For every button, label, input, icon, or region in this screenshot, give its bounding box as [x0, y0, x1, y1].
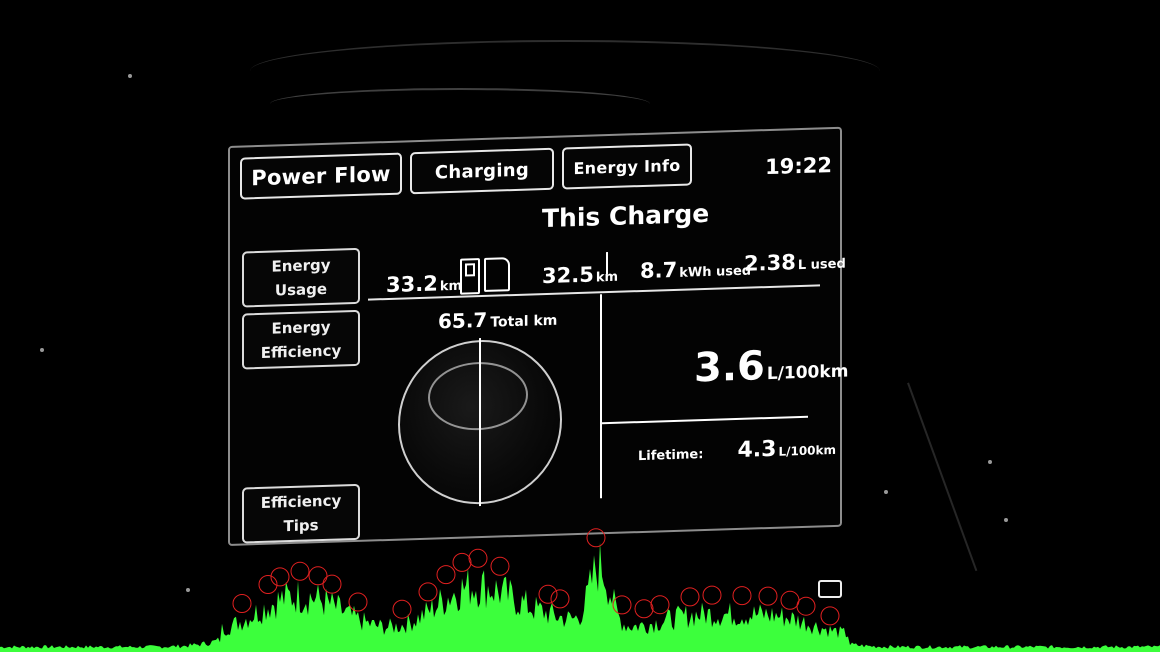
histogram-peak-marker [418, 582, 438, 602]
histogram-peak-marker [680, 587, 700, 607]
dashboard-speck [884, 490, 888, 494]
sidebar-item-energy-usage[interactable]: Energy Usage [242, 247, 360, 308]
lifetime-unit: L/100km [778, 442, 836, 459]
dashboard-speck [128, 74, 132, 78]
page-title: This Charge [542, 198, 710, 234]
dashboard-edge [270, 88, 650, 120]
lifetime-value: 4.3 [737, 436, 777, 463]
panel-divider-vertical [600, 294, 602, 499]
histogram-peak-marker [758, 586, 778, 606]
histogram-peak-marker [732, 586, 752, 606]
histogram-peak-marker [650, 595, 670, 615]
sidebar-item-label: Energy [271, 317, 331, 338]
total-distance-unit: Total km [490, 312, 558, 331]
tab-energy-info[interactable]: Energy Info [562, 143, 692, 190]
stats-divider [606, 252, 608, 275]
histogram-peak-marker [258, 575, 278, 594]
dashboard-edge [907, 368, 1015, 572]
panel-divider-horizontal [602, 415, 808, 425]
lifetime-consumption: Lifetime: 4.3 L/100km [638, 435, 836, 466]
histogram-peak-marker [270, 567, 290, 587]
fuel-used-unit: L used [797, 256, 846, 274]
histogram-peak-marker [702, 585, 722, 605]
histogram-peak-marker [612, 595, 632, 615]
tab-charging[interactable]: Charging [410, 147, 554, 195]
fuel-pump-icon [484, 257, 510, 292]
histogram-peak-marker [436, 565, 456, 585]
histogram-peak-marker [550, 589, 570, 609]
histogram-peak-marker [538, 584, 558, 604]
histogram-peak-marker [392, 599, 412, 619]
energy-used: 8.7 kWh used [640, 256, 751, 283]
dashboard-speck [988, 460, 992, 464]
tab-power-flow[interactable]: Power Flow [240, 152, 402, 200]
consumption-value: 3.6 [694, 343, 765, 392]
sidebar-item-label: Energy [271, 255, 331, 276]
current-consumption: 3.6 L/100km [694, 341, 849, 392]
sidebar-item-energy-efficiency[interactable]: Energy Efficiency [242, 309, 360, 370]
dashboard-speck [1004, 518, 1008, 522]
fuel-distance-value: 32.5 [542, 262, 594, 289]
distance-split-pie [398, 337, 562, 507]
histogram-peak-marker [490, 556, 510, 576]
histogram-peak-marker [634, 599, 654, 619]
sidebar-item-label: Tips [283, 516, 319, 536]
histogram-peak-marker [452, 552, 472, 572]
histogram-peak-marker [780, 590, 800, 610]
energy-used-value: 8.7 [640, 257, 678, 284]
histogram-peak-marker [796, 596, 816, 616]
electric-distance-unit: km [439, 278, 463, 295]
electric-distance: 33.2 km [386, 271, 462, 297]
sidebar-item-label: Usage [274, 279, 328, 300]
total-distance-value: 65.7 [438, 307, 488, 334]
fuel-used-value: 2.38 [744, 250, 796, 276]
lifetime-label: Lifetime: [638, 447, 704, 465]
sidebar-item-efficiency-tips[interactable]: Efficiency Tips [242, 483, 360, 544]
fuel-used: 2.38 L used [744, 249, 846, 276]
histogram-peak-markers [232, 528, 840, 626]
histogram-peak-marker [820, 606, 840, 626]
dashboard-photo: Power Flow Charging Energy Info 19:22 Th… [0, 0, 1160, 652]
histogram-peak-marker [322, 574, 342, 594]
dashboard-speck [186, 588, 190, 592]
histogram-peak-marker [308, 566, 328, 586]
clock: 19:22 [765, 153, 832, 180]
total-distance: 65.7 Total km [438, 306, 557, 334]
histogram-peak-marker [468, 548, 488, 568]
pie-inner-ring [428, 360, 528, 432]
histogram-peak-marker [348, 592, 368, 612]
battery-indicator-icon [818, 580, 842, 598]
infotainment-screen: Power Flow Charging Energy Info 19:22 Th… [228, 126, 848, 546]
energy-used-unit: kWh used [679, 263, 752, 281]
battery-icon [460, 258, 480, 295]
sidebar-item-label: Efficiency [260, 341, 342, 362]
pie-split-line [479, 338, 481, 507]
dashboard-speck [40, 348, 44, 352]
electric-distance-value: 33.2 [386, 271, 438, 298]
consumption-unit: L/100km [766, 361, 849, 385]
sidebar-item-label: Efficiency [260, 491, 342, 512]
histogram-peak-marker [290, 561, 310, 581]
histogram-peak-marker [232, 594, 252, 613]
